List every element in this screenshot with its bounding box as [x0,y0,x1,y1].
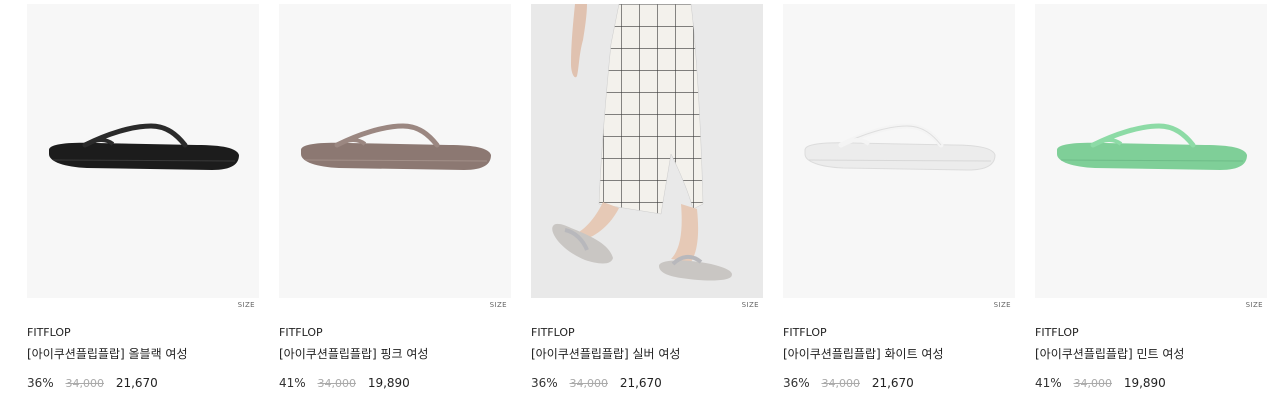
flip-flop-image [1057,123,1247,170]
product-card[interactable]: SIZE FITFLOP [아이쿠션플립플랍] 핑크 여성 41% 34,000… [279,4,511,392]
discount-rate: 41% [279,376,306,390]
sale-price: 19,890 [367,376,410,390]
original-price: 34,000 [1073,377,1113,390]
price-row: 36% 34,000 21,670 [27,374,259,392]
price-row: 41% 34,000 19,890 [1035,374,1267,392]
sale-price: 21,670 [871,376,914,390]
price-row: 36% 34,000 21,670 [783,374,1015,392]
product-brand: FITFLOP [279,326,323,339]
product-image[interactable] [783,4,1015,298]
price-row: 41% 34,000 19,890 [279,374,511,392]
original-price: 34,000 [821,377,861,390]
product-image[interactable] [1035,4,1267,298]
model-photo-image [552,4,733,281]
product-name[interactable]: [아이쿠션플립플랍] 실버 여성 [531,345,763,363]
product-image[interactable] [27,4,259,298]
product-image[interactable] [279,4,511,298]
original-price: 34,000 [317,377,357,390]
product-name[interactable]: [아이쿠션플립플랍] 민트 여성 [1035,345,1267,363]
product-card[interactable]: SIZE FITFLOP [아이쿠션플립플랍] 화이트 여성 36% 34,00… [783,4,1015,392]
product-brand: FITFLOP [783,326,827,339]
product-brand: FITFLOP [1035,326,1079,339]
original-price: 34,000 [569,377,609,390]
sale-price: 21,670 [619,376,662,390]
sale-price: 21,670 [115,376,158,390]
product-image[interactable] [531,4,763,298]
discount-rate: 41% [1035,376,1062,390]
product-card[interactable]: SIZE FITFLOP [아이쿠션플립플랍] 올블랙 여성 36% 34,00… [27,4,259,392]
sale-price: 19,890 [1123,376,1166,390]
product-card[interactable]: SIZE FITFLOP [아이쿠션플립플랍] 민트 여성 41% 34,000… [1035,4,1267,392]
product-brand: FITFLOP [531,326,575,339]
size-label[interactable]: SIZE [783,299,1015,311]
product-name[interactable]: [아이쿠션플립플랍] 올블랙 여성 [27,345,259,363]
discount-rate: 36% [531,376,558,390]
product-name[interactable]: [아이쿠션플립플랍] 핑크 여성 [279,345,511,363]
discount-rate: 36% [783,376,810,390]
size-label[interactable]: SIZE [27,299,259,311]
size-label[interactable]: SIZE [531,299,763,311]
flip-flop-image [301,123,491,170]
size-label[interactable]: SIZE [279,299,511,311]
flip-flop-image [49,123,239,170]
discount-rate: 36% [27,376,54,390]
product-brand: FITFLOP [27,326,71,339]
original-price: 34,000 [65,377,105,390]
price-row: 36% 34,000 21,670 [531,374,763,392]
size-label[interactable]: SIZE [1035,299,1267,311]
product-name[interactable]: [아이쿠션플립플랍] 화이트 여성 [783,345,1015,363]
product-grid: SIZE FITFLOP [아이쿠션플립플랍] 올블랙 여성 36% 34,00… [0,0,1270,420]
flip-flop-image [804,123,996,171]
product-card[interactable]: SIZE FITFLOP [아이쿠션플립플랍] 실버 여성 36% 34,000… [531,4,763,392]
